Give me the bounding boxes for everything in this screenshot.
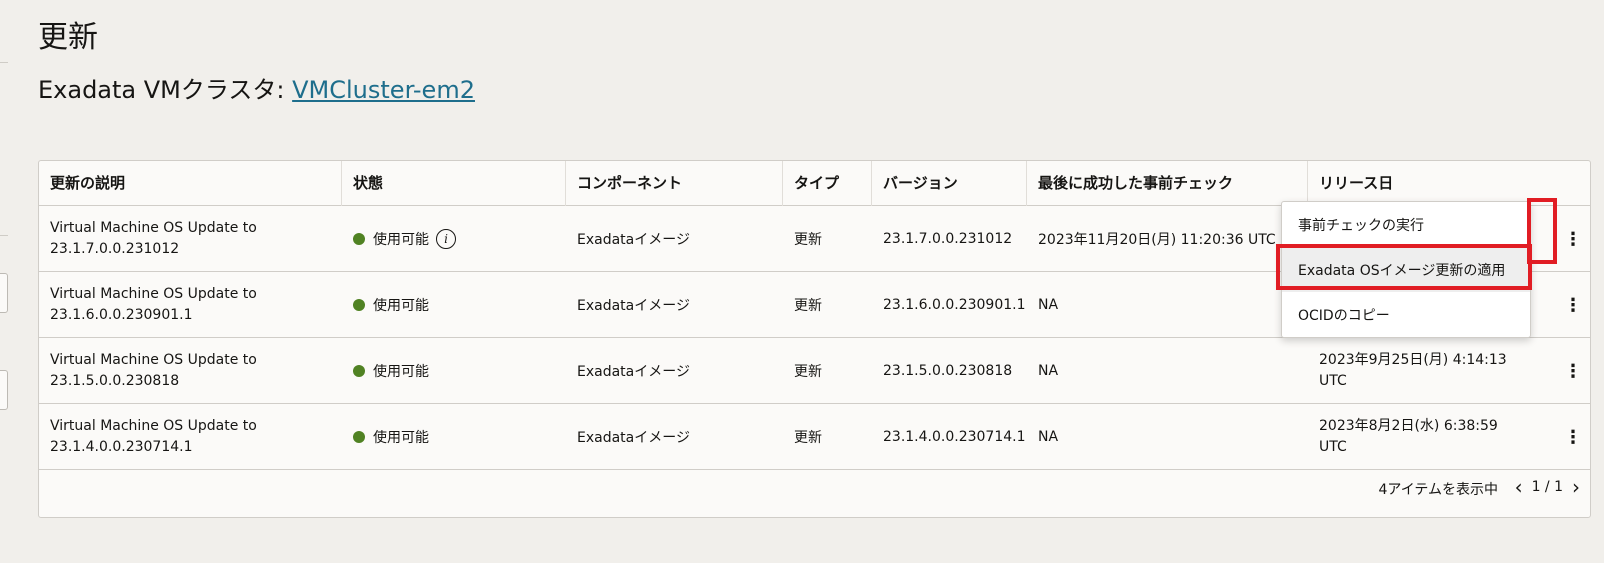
vm-cluster-label: Exadata VMクラスタ: <box>38 76 293 104</box>
row-actions-menu-button[interactable]: ⋮ <box>1556 404 1590 470</box>
component-cell: Exadataイメージ <box>577 298 690 314</box>
info-icon[interactable]: i <box>436 229 456 249</box>
update-description: Virtual Machine OS Update to 23.1.6.0.0.… <box>50 286 257 323</box>
column-header-version[interactable]: バージョン <box>872 161 1027 206</box>
page-indicator: 1 / 1 <box>1531 479 1563 495</box>
menu-item-apply-os-image-update[interactable]: Exadata OSイメージ更新の適用 <box>1282 247 1530 292</box>
left-panel-field[interactable] <box>0 273 8 313</box>
vm-cluster-heading: Exadata VMクラスタ: VMCluster-em2 <box>38 70 475 105</box>
menu-item-run-precheck[interactable]: 事前チェックの実行 <box>1282 202 1530 247</box>
status-available-icon <box>353 299 365 311</box>
component-cell: Exadataイメージ <box>577 232 690 248</box>
status-label: 使用可能 <box>373 298 429 314</box>
row-actions-menu-button[interactable]: ⋮ <box>1556 206 1590 272</box>
table-footer: 4アイテムを表示中 ‹ 1 / 1 › <box>39 464 1590 518</box>
status-available-icon <box>353 365 365 377</box>
last-precheck-cell: NA <box>1038 429 1059 445</box>
status-label: 使用可能 <box>373 430 429 446</box>
status-label: 使用可能 <box>373 364 429 380</box>
last-precheck-cell: NA <box>1038 297 1059 313</box>
type-cell: 更新 <box>794 364 822 380</box>
version-cell: 23.1.7.0.0.231012 <box>883 231 1013 247</box>
component-cell: Exadataイメージ <box>577 364 690 380</box>
column-header-last-precheck[interactable]: 最後に成功した事前チェック <box>1027 161 1308 206</box>
status-cell: 使用可能 <box>342 338 566 404</box>
version-cell: 23.1.5.0.0.230818 <box>883 363 1013 379</box>
update-description: Virtual Machine OS Update to 23.1.7.0.0.… <box>50 220 257 257</box>
status-cell: 使用可能 <box>342 272 566 338</box>
page-title: 更新 <box>38 20 98 55</box>
column-header-description[interactable]: 更新の説明 <box>39 161 342 206</box>
table-row: Virtual Machine OS Update to 23.1.4.0.0.… <box>39 404 1590 470</box>
row-actions-menu-button[interactable]: ⋮ <box>1556 338 1590 404</box>
vm-cluster-link[interactable]: VMCluster-em2 <box>292 76 475 104</box>
type-cell: 更新 <box>794 232 822 248</box>
left-panel-divider <box>0 235 8 236</box>
table-row: Virtual Machine OS Update to 23.1.5.0.0.… <box>39 338 1590 404</box>
column-header-release-date[interactable]: リリース日 <box>1308 161 1592 206</box>
chevron-right-icon[interactable]: › <box>1572 477 1580 497</box>
status-available-icon <box>353 233 365 245</box>
version-cell: 23.1.6.0.0.230901.1 <box>883 297 1026 313</box>
row-actions-dropdown: 事前チェックの実行 Exadata OSイメージ更新の適用 OCIDのコピー <box>1281 201 1531 338</box>
status-cell: 使用可能 <box>342 404 566 470</box>
status-label: 使用可能 <box>373 232 429 248</box>
page: 更新 Exadata VMクラスタ: VMCluster-em2 更新の説明 状… <box>0 0 1604 563</box>
column-header-type[interactable]: タイプ <box>783 161 872 206</box>
pagination: ‹ 1 / 1 › <box>1515 477 1580 497</box>
menu-item-copy-ocid[interactable]: OCIDのコピー <box>1282 292 1530 337</box>
type-cell: 更新 <box>794 298 822 314</box>
table-header: 更新の説明 状態 コンポーネント タイプ バージョン 最後に成功した事前チェック… <box>39 161 1590 206</box>
release-date-cell: 2023年8月2日(水) 6:38:59 UTC <box>1319 418 1498 455</box>
last-precheck-cell: 2023年11月20日(月) 11:20:36 UTC <box>1038 232 1276 248</box>
status-cell: 使用可能 i <box>342 206 566 272</box>
status-available-icon <box>353 431 365 443</box>
update-description: Virtual Machine OS Update to 23.1.5.0.0.… <box>50 352 257 389</box>
left-panel-divider <box>0 62 8 63</box>
component-cell: Exadataイメージ <box>577 430 690 446</box>
row-actions-menu-button[interactable]: ⋮ <box>1556 272 1590 338</box>
type-cell: 更新 <box>794 430 822 446</box>
last-precheck-cell: NA <box>1038 363 1059 379</box>
chevron-left-icon[interactable]: ‹ <box>1515 477 1523 497</box>
release-date-cell: 2023年9月25日(月) 4:14:13 UTC <box>1319 352 1507 389</box>
column-header-component[interactable]: コンポーネント <box>566 161 783 206</box>
version-cell: 23.1.4.0.0.230714.1 <box>883 429 1026 445</box>
item-count: 4アイテムを表示中 <box>1378 482 1498 498</box>
left-panel-field[interactable] <box>0 370 8 410</box>
update-description: Virtual Machine OS Update to 23.1.4.0.0.… <box>50 418 257 455</box>
column-header-status[interactable]: 状態 <box>342 161 566 206</box>
